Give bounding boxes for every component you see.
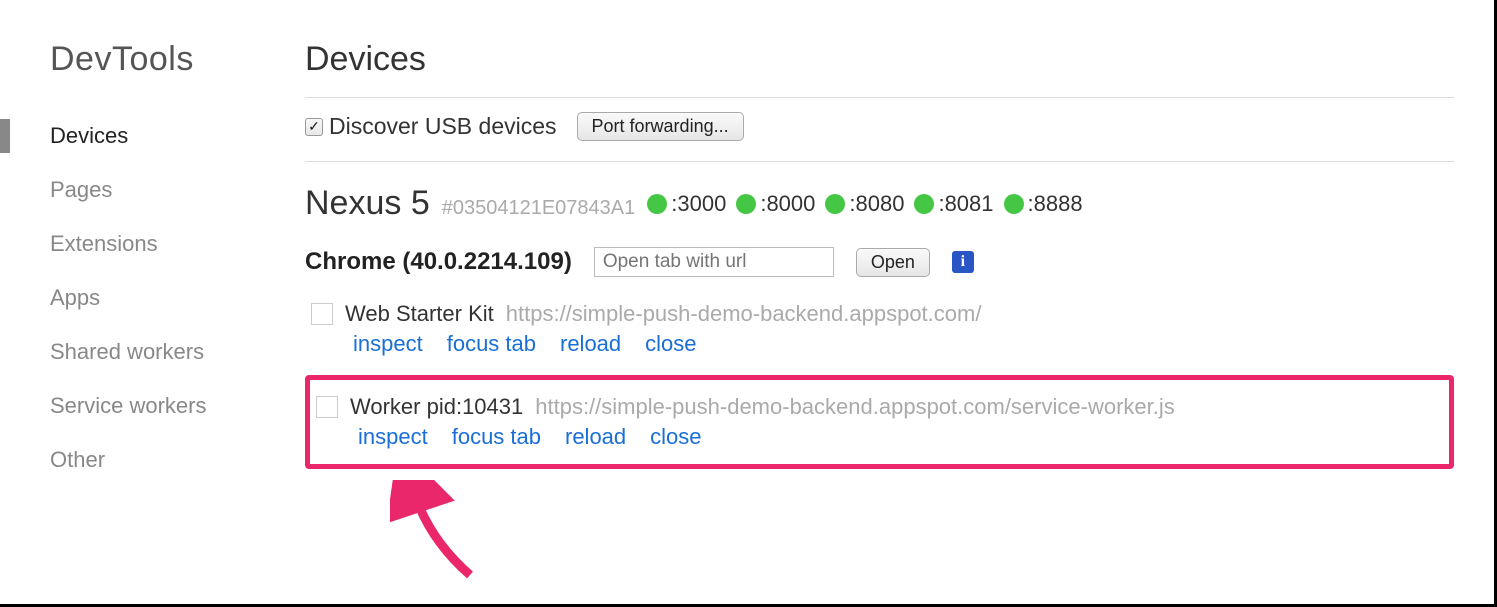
reload-link[interactable]: reload: [565, 424, 626, 450]
port-label: :8081: [938, 191, 993, 217]
discover-usb-label: Discover USB devices: [329, 113, 557, 140]
port-label: :8080: [849, 191, 904, 217]
target-title: Worker pid:10431: [350, 394, 523, 420]
sidebar-item-extensions[interactable]: Extensions: [50, 217, 275, 271]
info-icon[interactable]: i: [952, 251, 974, 273]
sidebar-item-shared-workers[interactable]: Shared workers: [50, 325, 275, 379]
sidebar-title: DevTools: [50, 40, 275, 79]
main-panel: Devices ✓ Discover USB devices Port forw…: [275, 0, 1494, 604]
discover-usb-checkbox[interactable]: ✓ Discover USB devices: [305, 113, 557, 140]
inspect-link[interactable]: inspect: [353, 331, 423, 357]
close-link[interactable]: close: [645, 331, 696, 357]
device-header: Nexus 5 #03504121E07843A1 :3000 :8000 :808…: [305, 184, 1454, 223]
status-dot-icon: [647, 194, 667, 214]
sidebar-item-service-workers[interactable]: Service workers: [50, 379, 275, 433]
inspect-target: Web Starter Kit https://simple-push-demo-…: [305, 295, 1454, 367]
port-list: :3000 :8000 :8080 :8081 :8888: [647, 191, 1082, 217]
focus-tab-link[interactable]: focus tab: [447, 331, 536, 357]
browser-label: Chrome (40.0.2214.109): [305, 248, 572, 276]
reload-link[interactable]: reload: [560, 331, 621, 357]
sidebar-item-devices[interactable]: Devices: [50, 109, 275, 163]
inspect-target: Worker pid:10431 https://simple-push-demo…: [305, 375, 1454, 469]
close-link[interactable]: close: [650, 424, 701, 450]
page-title: Devices: [305, 40, 1454, 98]
sidebar-item-apps[interactable]: Apps: [50, 271, 275, 325]
port-indicator: :3000: [647, 191, 726, 217]
port-indicator: :8000: [736, 191, 815, 217]
port-forwarding-button[interactable]: Port forwarding...: [577, 112, 744, 141]
sidebar-item-pages[interactable]: Pages: [50, 163, 275, 217]
browser-row: Chrome (40.0.2214.109) Open i: [305, 247, 1454, 277]
port-indicator: :8888: [1004, 191, 1083, 217]
sidebar: DevTools DevicesPagesExtensionsAppsShare…: [0, 0, 275, 604]
focus-tab-link[interactable]: focus tab: [452, 424, 541, 450]
port-label: :8888: [1028, 191, 1083, 217]
inspect-link[interactable]: inspect: [358, 424, 428, 450]
target-url: https://simple-push-demo-backend.appspot…: [506, 301, 982, 327]
checkbox-icon: ✓: [305, 118, 323, 136]
open-button[interactable]: Open: [856, 248, 930, 277]
target-title: Web Starter Kit: [345, 301, 494, 327]
port-indicator: :8080: [825, 191, 904, 217]
status-dot-icon: [1004, 194, 1024, 214]
open-tab-url-input[interactable]: [594, 247, 834, 277]
status-dot-icon: [825, 194, 845, 214]
target-checkbox[interactable]: [311, 303, 333, 325]
status-dot-icon: [914, 194, 934, 214]
device-id: #03504121E07843A1: [442, 197, 636, 220]
target-checkbox[interactable]: [316, 396, 338, 418]
device-name: Nexus 5: [305, 184, 430, 223]
port-label: :3000: [671, 191, 726, 217]
port-indicator: :8081: [914, 191, 993, 217]
port-label: :8000: [760, 191, 815, 217]
toolbar: ✓ Discover USB devices Port forwarding..…: [305, 112, 1454, 162]
status-dot-icon: [736, 194, 756, 214]
target-url: https://simple-push-demo-backend.appspot…: [535, 394, 1175, 420]
sidebar-item-other[interactable]: Other: [50, 433, 275, 487]
